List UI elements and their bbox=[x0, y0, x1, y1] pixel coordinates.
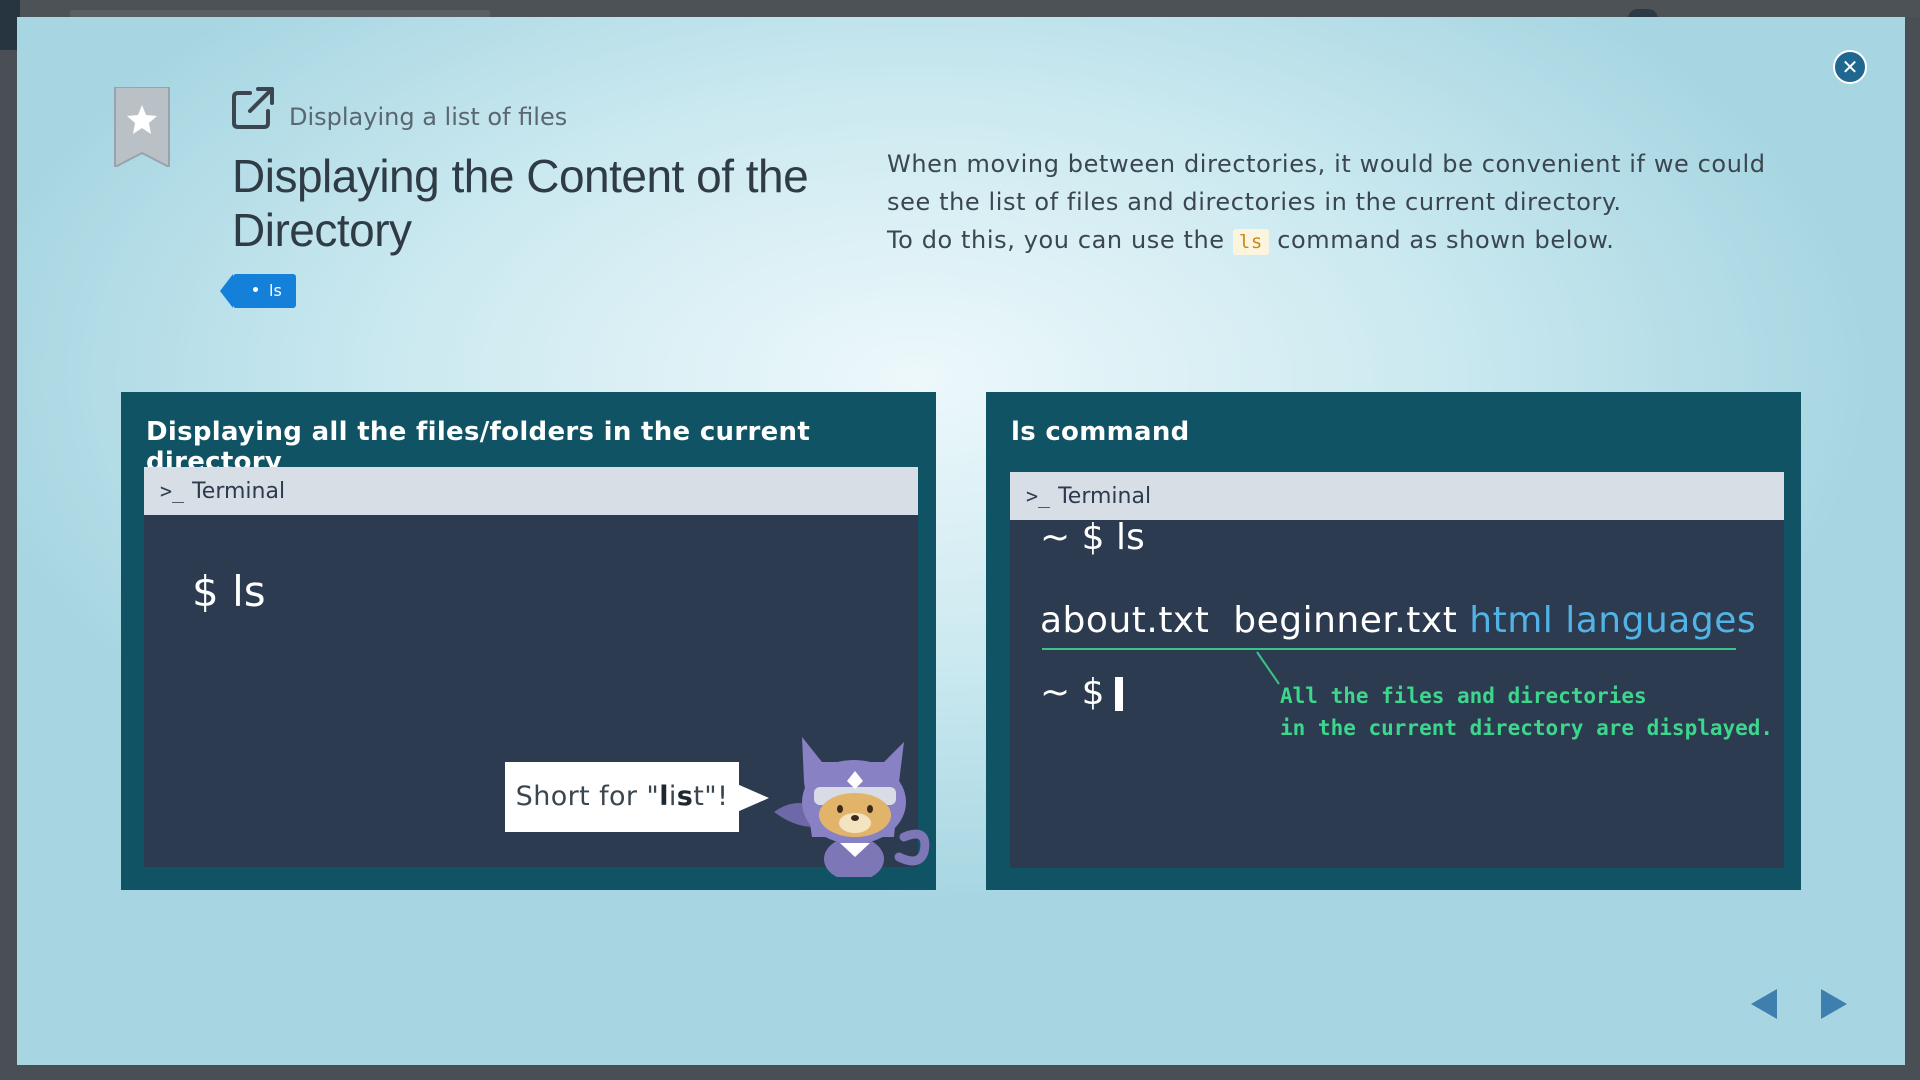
prev-arrow-icon[interactable] bbox=[1749, 987, 1779, 1021]
output-underline bbox=[1042, 648, 1736, 650]
terminal-prompt-icon: >_ bbox=[160, 479, 185, 503]
close-icon[interactable]: ✕ bbox=[1833, 50, 1867, 84]
ninja-mascot-image bbox=[774, 737, 930, 877]
description-line1: When moving between directories, it woul… bbox=[887, 150, 1766, 216]
example-panel-right: ls command >_ Terminal ~ $ ls about.txt b… bbox=[986, 392, 1801, 890]
description-line2-before: To do this, you can use the bbox=[887, 226, 1233, 254]
breadcrumb: Displaying a list of files bbox=[289, 103, 568, 131]
slide-modal: ✕ Displaying a list of files Displaying … bbox=[17, 17, 1905, 1065]
description: When moving between directories, it woul… bbox=[887, 145, 1807, 261]
external-link-icon[interactable] bbox=[230, 85, 276, 131]
page-title: Displaying the Content of the Directory bbox=[232, 150, 809, 256]
next-arrow-icon[interactable] bbox=[1819, 987, 1849, 1021]
description-line2-after: command as shown below. bbox=[1268, 226, 1615, 254]
terminal-header: >_ Terminal bbox=[144, 467, 918, 515]
terminal-label: Terminal bbox=[1058, 484, 1152, 509]
example-panel-left: Displaying all the files/folders in the … bbox=[121, 392, 936, 890]
output-files: about.txt beginner.txt bbox=[1040, 600, 1458, 641]
inline-code: ls bbox=[1232, 229, 1269, 255]
speech-bubble: Short for "list"! bbox=[505, 762, 769, 832]
terminal-command: $ ls bbox=[192, 567, 266, 616]
panel-title: ls command bbox=[1011, 417, 1190, 447]
terminal-window: >_ Terminal $ ls Short for "list"! bbox=[144, 467, 930, 877]
terminal-line-prompt: ~ $ bbox=[1040, 672, 1123, 713]
output-directories: html languages bbox=[1469, 600, 1757, 641]
annotation-text: All the files and directories in the cur… bbox=[1280, 684, 1774, 740]
tag-ls[interactable]: ls bbox=[220, 274, 296, 308]
terminal-line-command: ~ $ ls bbox=[1040, 517, 1145, 558]
bookmark-star-icon[interactable] bbox=[113, 87, 171, 167]
terminal-cursor bbox=[1114, 677, 1123, 711]
terminal-label: Terminal bbox=[192, 479, 286, 504]
terminal-prompt-icon: >_ bbox=[1026, 484, 1051, 508]
terminal-line-output: about.txt beginner.txt html languages bbox=[1040, 600, 1756, 641]
terminal-window: >_ Terminal ~ $ ls about.txt beginner.txt… bbox=[1010, 472, 1784, 868]
terminal-header: >_ Terminal bbox=[1010, 472, 1784, 520]
tag-label: ls bbox=[269, 281, 282, 300]
